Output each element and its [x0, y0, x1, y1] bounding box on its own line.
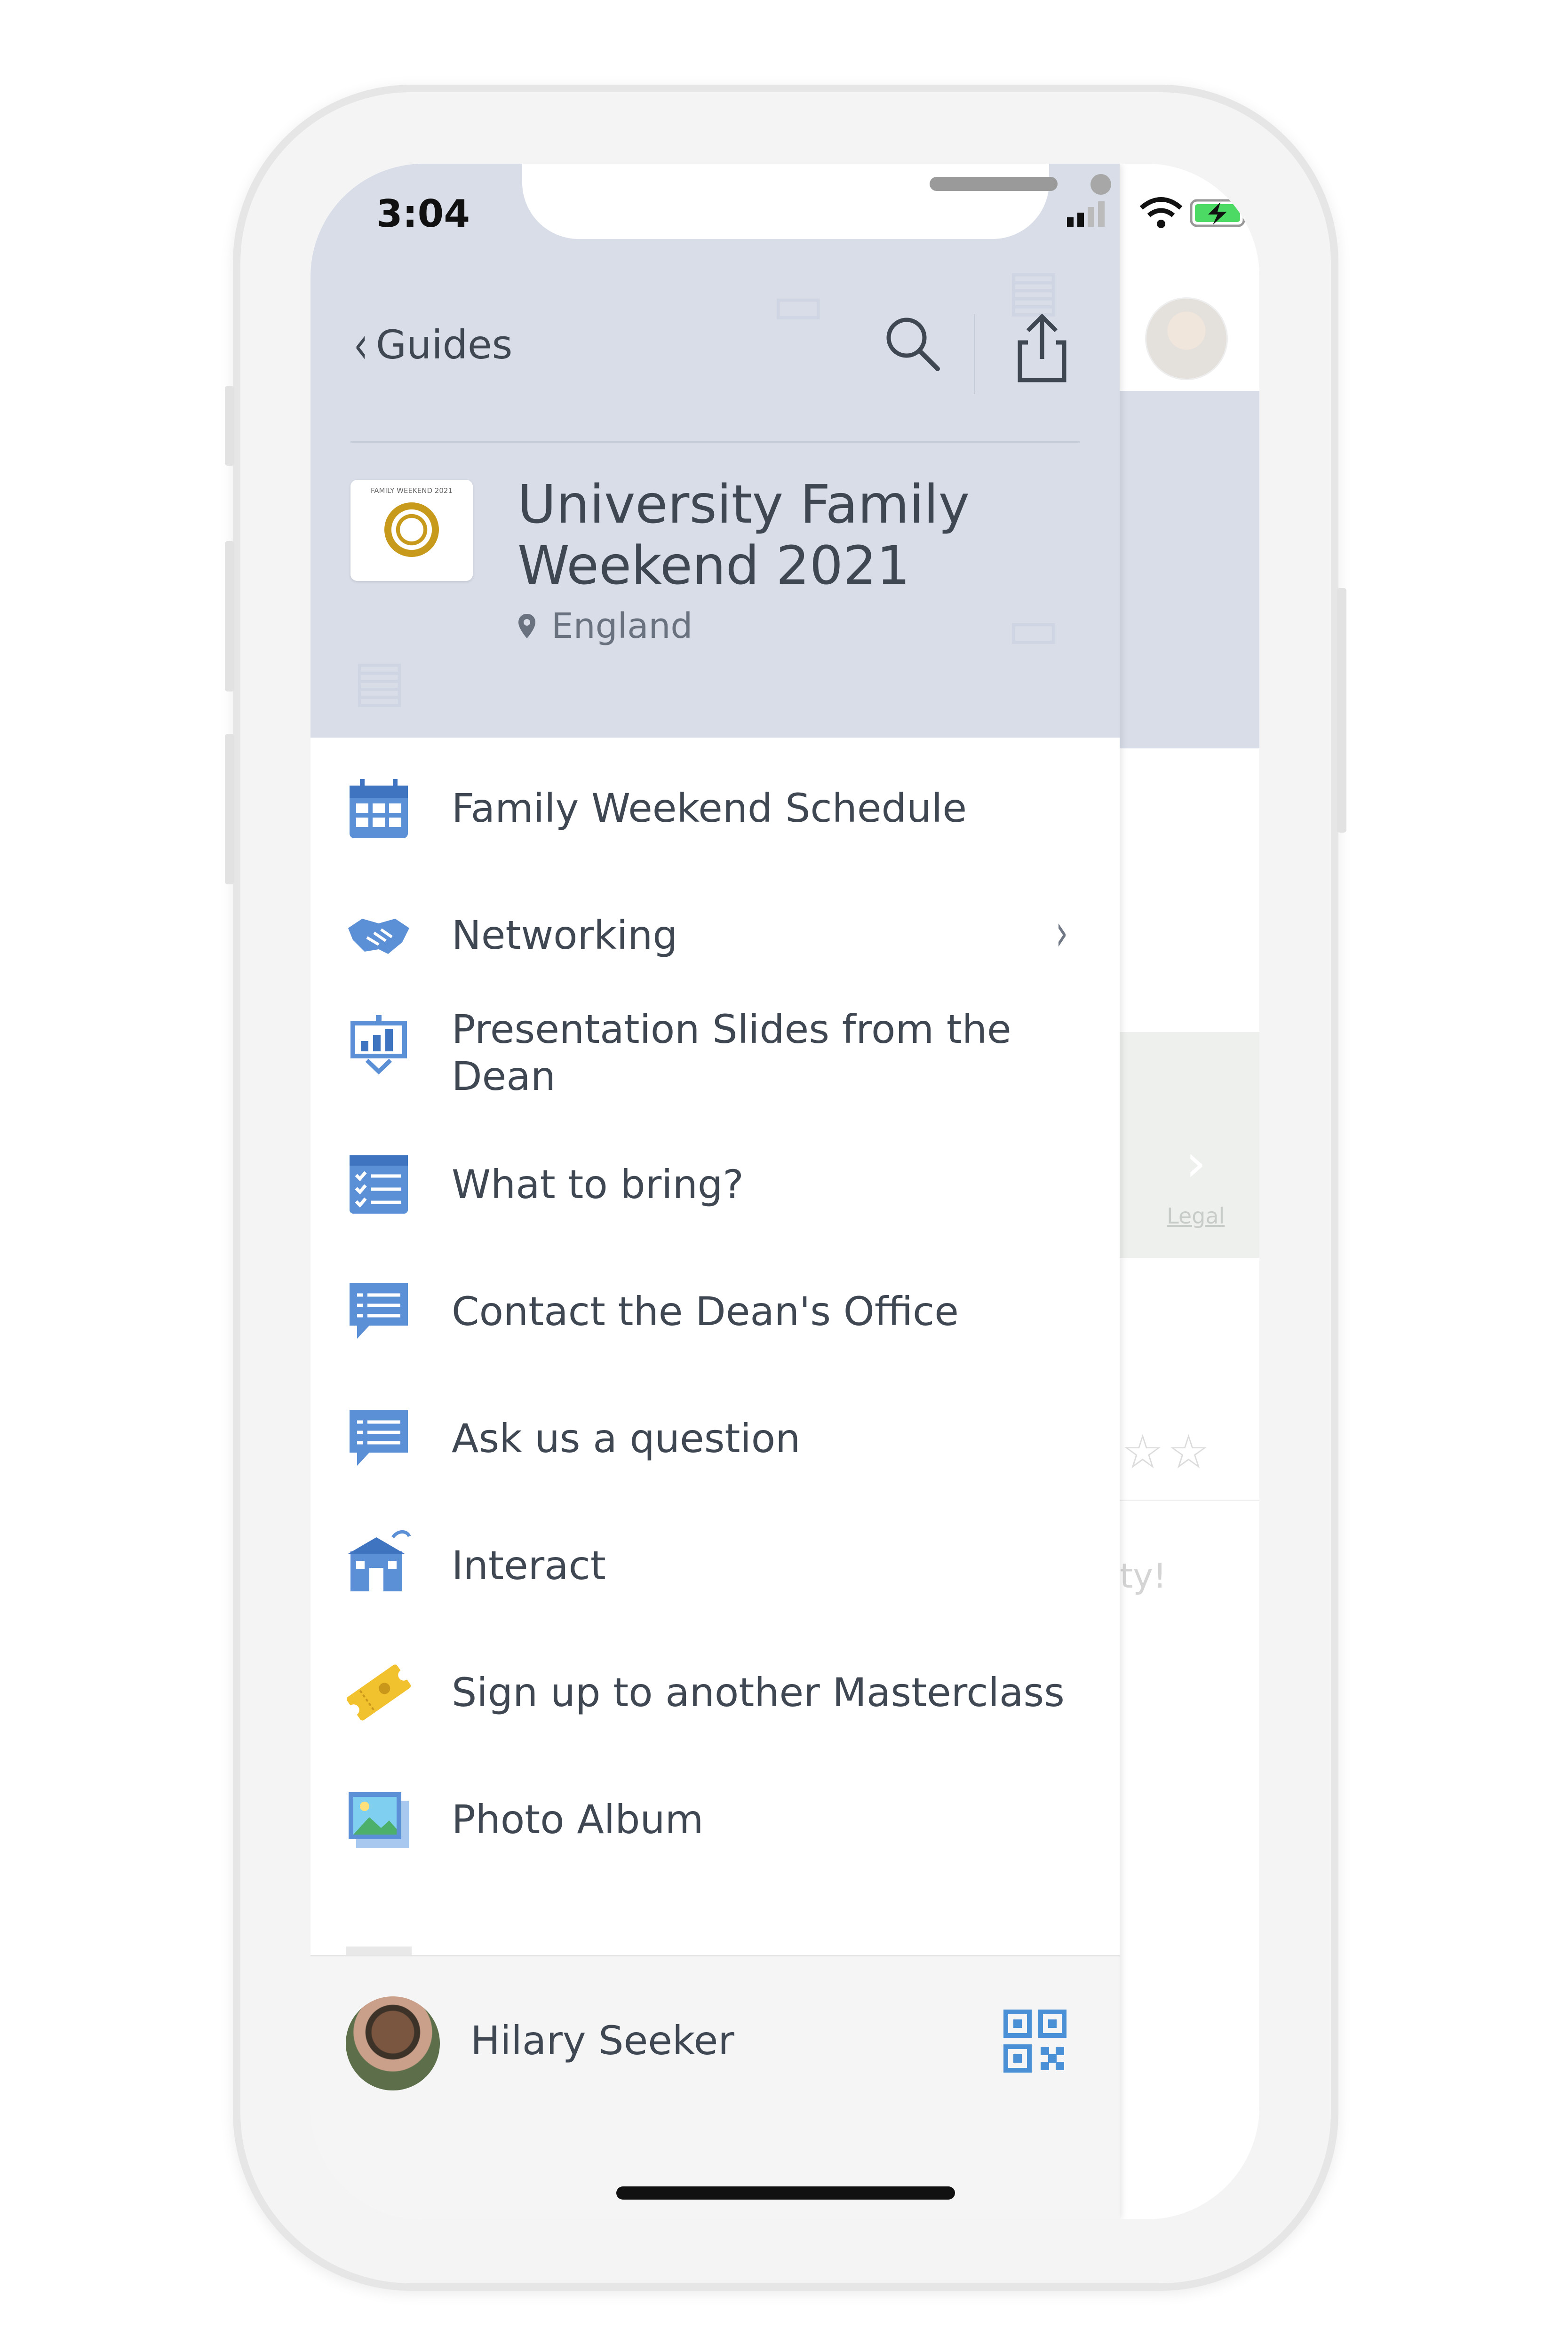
- chevron-right-icon: ›: [1055, 902, 1068, 962]
- speaker-grille: [930, 177, 1058, 191]
- menu-item-ask-question[interactable]: Ask us a question: [310, 1382, 1120, 1495]
- back-button[interactable]: ‹ Guides: [350, 315, 513, 375]
- menu-item-label: Interact: [452, 1542, 606, 1589]
- menu-item-photo-album[interactable]: Photo Album: [310, 1763, 1120, 1876]
- menu-item-contact-dean[interactable]: Contact the Dean's Office: [310, 1255, 1120, 1368]
- home-indicator[interactable]: [616, 2186, 955, 2200]
- menu-item-label: Family Weekend Schedule: [452, 785, 967, 831]
- menu-item-masterclass[interactable]: Sign up to another Masterclass: [310, 1636, 1120, 1749]
- phone-volume-down: [225, 734, 234, 884]
- message-list-icon: [350, 1283, 408, 1339]
- checklist-icon: [350, 1155, 408, 1214]
- ticket-icon: [346, 1664, 411, 1721]
- menu-item-label: Networking: [452, 912, 678, 958]
- menu-item-label: What to bring?: [452, 1161, 744, 1208]
- guide-logo-caption: FAMILY WEEKEND 2021: [371, 486, 453, 495]
- notch: [522, 164, 1111, 239]
- guide-location-text: England: [551, 606, 693, 646]
- seal-icon: [384, 502, 439, 557]
- photo-icon: [349, 1792, 409, 1848]
- share-icon[interactable]: [1007, 310, 1077, 385]
- menu-item-label: Sign up to another Masterclass: [452, 1669, 1065, 1716]
- menu-item-label: Ask us a question: [452, 1415, 801, 1462]
- message-list-icon: [350, 1410, 408, 1466]
- menu-item-what-to-bring[interactable]: What to bring?: [310, 1128, 1120, 1241]
- user-name: Hilary Seeker: [470, 2018, 734, 2064]
- handshake-icon: [348, 919, 409, 954]
- nav-divider: [974, 314, 975, 394]
- header-divider: [350, 441, 1080, 443]
- presentation-icon: [350, 1015, 407, 1075]
- background-map-chevron-icon: ›: [1186, 1133, 1206, 1193]
- menu-item-presentation[interactable]: Presentation Slides from the Dean: [310, 1006, 1120, 1119]
- decor-id-card-icon: ▭: [772, 272, 825, 337]
- guide-drawer: ▭ ▤ ▤ ▭ 3:04 ‹ Guides FAMILY WEEKEND 202…: [310, 164, 1120, 2219]
- decor-doc-icon: ▤: [353, 648, 406, 714]
- phone-screen: › Legal ☆☆ ity! ▭ ▤ ▤ ▭ 3:04 ‹ Guides FA…: [310, 164, 1259, 2219]
- drawer-header: ▭ ▤ ▤ ▭: [310, 164, 1120, 738]
- background-divider: [1110, 1500, 1259, 1501]
- menu-item-interact[interactable]: Interact: [310, 1509, 1120, 1622]
- phone-volume-up: [225, 541, 234, 691]
- phone-power-button: [1337, 588, 1346, 833]
- user-footer[interactable]: Hilary Seeker: [310, 1955, 1120, 2219]
- menu-item-schedule[interactable]: Family Weekend Schedule: [310, 752, 1120, 865]
- signal-icon: [1067, 201, 1105, 227]
- location-pin-icon: [518, 614, 535, 638]
- status-time: 3:04: [376, 192, 470, 236]
- background-map-legal: Legal: [1167, 1203, 1225, 1229]
- battery-icon: [1190, 199, 1250, 227]
- guide-location: England: [517, 606, 692, 646]
- back-label: Guides: [376, 322, 513, 368]
- wifi-icon: [1139, 197, 1183, 228]
- menu-item-label: Contact the Dean's Office: [452, 1288, 959, 1335]
- decor-id-card-icon: ▭: [1007, 596, 1060, 662]
- avatar[interactable]: [346, 1996, 440, 2090]
- background-avatar: [1145, 297, 1228, 380]
- background-stars-icon: ☆☆: [1122, 1424, 1214, 1479]
- front-camera: [1090, 174, 1111, 195]
- calendar-icon: [350, 779, 408, 838]
- building-icon: [348, 1530, 411, 1591]
- search-icon[interactable]: [882, 313, 943, 374]
- phone-silent-switch: [225, 386, 234, 466]
- menu-item-networking[interactable]: Networking ›: [310, 879, 1120, 992]
- qr-code-icon[interactable]: [1002, 2008, 1068, 2074]
- chevron-left-icon: ‹: [353, 315, 368, 375]
- guide-logo: FAMILY WEEKEND 2021: [350, 480, 473, 581]
- menu-item-label: Photo Album: [452, 1796, 704, 1843]
- menu-item-label: Presentation Slides from the Dean: [452, 1006, 1011, 1099]
- guide-title: University Family Weekend 2021: [517, 474, 970, 596]
